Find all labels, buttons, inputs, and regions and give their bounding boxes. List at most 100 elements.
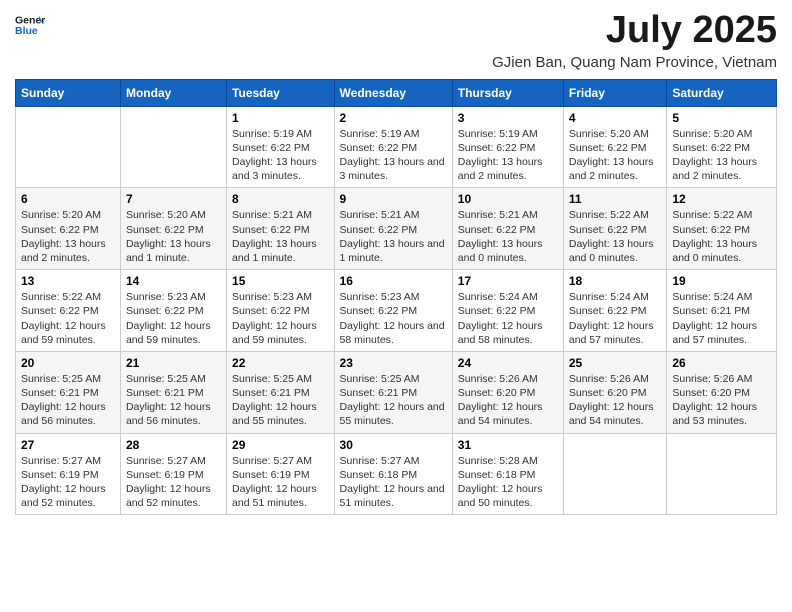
calendar-cell: 24 Sunrise: 5:26 AM Sunset: 6:20 PM Dayli… <box>452 351 563 433</box>
day-info: Sunrise: 5:24 AM Sunset: 6:22 PM Dayligh… <box>569 290 662 347</box>
calendar-week-3: 13Sunrise: 5:22 AM Sunset: 6:22 PM Dayli… <box>16 270 777 352</box>
day-info: Sunrise: 5:22 AM Sunset: 6:22 PM Dayligh… <box>569 208 662 265</box>
calendar-cell: 23Sunrise: 5:25 AM Sunset: 6:21 PM Dayli… <box>334 351 452 433</box>
day-info: Sunrise: 5:23 AM Sunset: 6:22 PM Dayligh… <box>340 290 447 347</box>
calendar-cell: 5 Sunrise: 5:20 AM Sunset: 6:22 PM Daylig… <box>667 106 777 188</box>
calendar-table: SundayMondayTuesdayWednesdayThursdayFrid… <box>15 79 777 515</box>
day-info: Sunrise: 5:23 AM Sunset: 6:22 PM Dayligh… <box>232 290 329 347</box>
header-cell-tuesday: Tuesday <box>227 79 335 106</box>
day-info: Sunrise: 5:26 AM Sunset: 6:20 PM Dayligh… <box>458 372 558 429</box>
day-number: 25 <box>569 356 662 370</box>
day-info: Sunrise: 5:25 AM Sunset: 6:21 PM Dayligh… <box>126 372 221 429</box>
calendar-cell: 10Sunrise: 5:21 AM Sunset: 6:22 PM Dayli… <box>452 188 563 270</box>
calendar-cell: 31 Sunrise: 5:28 AM Sunset: 6:18 PM Dayli… <box>452 433 563 515</box>
calendar-cell: 11 Sunrise: 5:22 AM Sunset: 6:22 PM Dayli… <box>563 188 667 270</box>
calendar-cell: 13Sunrise: 5:22 AM Sunset: 6:22 PM Dayli… <box>16 270 121 352</box>
day-info: Sunrise: 5:21 AM Sunset: 6:22 PM Dayligh… <box>232 208 329 265</box>
day-number: 8 <box>232 192 329 206</box>
calendar-week-2: 6 Sunrise: 5:20 AM Sunset: 6:22 PM Daylig… <box>16 188 777 270</box>
calendar-cell: 22 Sunrise: 5:25 AM Sunset: 6:21 PM Dayli… <box>227 351 335 433</box>
calendar-cell: 14Sunrise: 5:23 AM Sunset: 6:22 PM Dayli… <box>120 270 226 352</box>
calendar-cell: 16 Sunrise: 5:23 AM Sunset: 6:22 PM Dayli… <box>334 270 452 352</box>
header-row: SundayMondayTuesdayWednesdayThursdayFrid… <box>16 79 777 106</box>
day-number: 4 <box>569 111 662 125</box>
header-cell-wednesday: Wednesday <box>334 79 452 106</box>
day-number: 7 <box>126 192 221 206</box>
svg-text:Blue: Blue <box>15 25 38 37</box>
header-cell-saturday: Saturday <box>667 79 777 106</box>
calendar-week-5: 27 Sunrise: 5:27 AM Sunset: 6:19 PM Dayli… <box>16 433 777 515</box>
page-header: General Blue July 2025 GJien Ban, Quang … <box>15 10 777 71</box>
day-info: Sunrise: 5:23 AM Sunset: 6:22 PM Dayligh… <box>126 290 221 347</box>
calendar-body: 1 Sunrise: 5:19 AM Sunset: 6:22 PM Daylig… <box>16 106 777 514</box>
calendar-week-4: 20 Sunrise: 5:25 AM Sunset: 6:21 PM Dayli… <box>16 351 777 433</box>
calendar-cell: 26 Sunrise: 5:26 AM Sunset: 6:20 PM Dayli… <box>667 351 777 433</box>
day-info: Sunrise: 5:24 AM Sunset: 6:21 PM Dayligh… <box>672 290 771 347</box>
day-number: 26 <box>672 356 771 370</box>
day-info: Sunrise: 5:21 AM Sunset: 6:22 PM Dayligh… <box>340 208 447 265</box>
day-info: Sunrise: 5:19 AM Sunset: 6:22 PM Dayligh… <box>340 127 447 184</box>
day-info: Sunrise: 5:26 AM Sunset: 6:20 PM Dayligh… <box>569 372 662 429</box>
day-number: 17 <box>458 274 558 288</box>
day-number: 16 <box>340 274 447 288</box>
calendar-cell: 18Sunrise: 5:24 AM Sunset: 6:22 PM Dayli… <box>563 270 667 352</box>
day-number: 31 <box>458 438 558 452</box>
calendar-cell: 20 Sunrise: 5:25 AM Sunset: 6:21 PM Dayli… <box>16 351 121 433</box>
day-number: 20 <box>21 356 115 370</box>
day-number: 24 <box>458 356 558 370</box>
day-number: 1 <box>232 111 329 125</box>
day-info: Sunrise: 5:19 AM Sunset: 6:22 PM Dayligh… <box>458 127 558 184</box>
day-info: Sunrise: 5:27 AM Sunset: 6:19 PM Dayligh… <box>126 454 221 511</box>
day-number: 6 <box>21 192 115 206</box>
day-info: Sunrise: 5:27 AM Sunset: 6:19 PM Dayligh… <box>21 454 115 511</box>
day-number: 5 <box>672 111 771 125</box>
calendar-cell <box>16 106 121 188</box>
calendar-cell: 3 Sunrise: 5:19 AM Sunset: 6:22 PM Daylig… <box>452 106 563 188</box>
calendar-cell: 1 Sunrise: 5:19 AM Sunset: 6:22 PM Daylig… <box>227 106 335 188</box>
day-info: Sunrise: 5:24 AM Sunset: 6:22 PM Dayligh… <box>458 290 558 347</box>
calendar-cell: 12Sunrise: 5:22 AM Sunset: 6:22 PM Dayli… <box>667 188 777 270</box>
header-cell-friday: Friday <box>563 79 667 106</box>
calendar-cell: 29Sunrise: 5:27 AM Sunset: 6:19 PM Dayli… <box>227 433 335 515</box>
day-number: 22 <box>232 356 329 370</box>
title-block: July 2025 GJien Ban, Quang Nam Province,… <box>492 10 777 71</box>
header-cell-sunday: Sunday <box>16 79 121 106</box>
day-info: Sunrise: 5:26 AM Sunset: 6:20 PM Dayligh… <box>672 372 771 429</box>
day-number: 27 <box>21 438 115 452</box>
day-info: Sunrise: 5:27 AM Sunset: 6:18 PM Dayligh… <box>340 454 447 511</box>
calendar-cell: 4 Sunrise: 5:20 AM Sunset: 6:22 PM Daylig… <box>563 106 667 188</box>
header-cell-monday: Monday <box>120 79 226 106</box>
calendar-cell: 21Sunrise: 5:25 AM Sunset: 6:21 PM Dayli… <box>120 351 226 433</box>
day-info: Sunrise: 5:19 AM Sunset: 6:22 PM Dayligh… <box>232 127 329 184</box>
day-info: Sunrise: 5:20 AM Sunset: 6:22 PM Dayligh… <box>672 127 771 184</box>
day-info: Sunrise: 5:27 AM Sunset: 6:19 PM Dayligh… <box>232 454 329 511</box>
day-info: Sunrise: 5:20 AM Sunset: 6:22 PM Dayligh… <box>126 208 221 265</box>
day-number: 15 <box>232 274 329 288</box>
day-info: Sunrise: 5:25 AM Sunset: 6:21 PM Dayligh… <box>232 372 329 429</box>
calendar-cell: 9 Sunrise: 5:21 AM Sunset: 6:22 PM Daylig… <box>334 188 452 270</box>
day-number: 19 <box>672 274 771 288</box>
calendar-cell <box>563 433 667 515</box>
day-number: 9 <box>340 192 447 206</box>
calendar-cell: 28 Sunrise: 5:27 AM Sunset: 6:19 PM Dayli… <box>120 433 226 515</box>
calendar-cell <box>120 106 226 188</box>
day-number: 12 <box>672 192 771 206</box>
calendar-cell: 7 Sunrise: 5:20 AM Sunset: 6:22 PM Daylig… <box>120 188 226 270</box>
calendar-week-1: 1 Sunrise: 5:19 AM Sunset: 6:22 PM Daylig… <box>16 106 777 188</box>
calendar-cell: 30 Sunrise: 5:27 AM Sunset: 6:18 PM Dayli… <box>334 433 452 515</box>
calendar-cell: 15 Sunrise: 5:23 AM Sunset: 6:22 PM Dayli… <box>227 270 335 352</box>
day-number: 2 <box>340 111 447 125</box>
day-number: 30 <box>340 438 447 452</box>
day-info: Sunrise: 5:20 AM Sunset: 6:22 PM Dayligh… <box>569 127 662 184</box>
logo-icon: General Blue <box>15 10 45 40</box>
day-number: 11 <box>569 192 662 206</box>
day-info: Sunrise: 5:25 AM Sunset: 6:21 PM Dayligh… <box>21 372 115 429</box>
page-subtitle: GJien Ban, Quang Nam Province, Vietnam <box>492 54 777 71</box>
calendar-cell: 19 Sunrise: 5:24 AM Sunset: 6:21 PM Dayli… <box>667 270 777 352</box>
calendar-cell: 17 Sunrise: 5:24 AM Sunset: 6:22 PM Dayli… <box>452 270 563 352</box>
logo: General Blue <box>15 10 45 40</box>
day-number: 28 <box>126 438 221 452</box>
page-title: July 2025 <box>492 10 777 52</box>
day-info: Sunrise: 5:28 AM Sunset: 6:18 PM Dayligh… <box>458 454 558 511</box>
day-number: 3 <box>458 111 558 125</box>
